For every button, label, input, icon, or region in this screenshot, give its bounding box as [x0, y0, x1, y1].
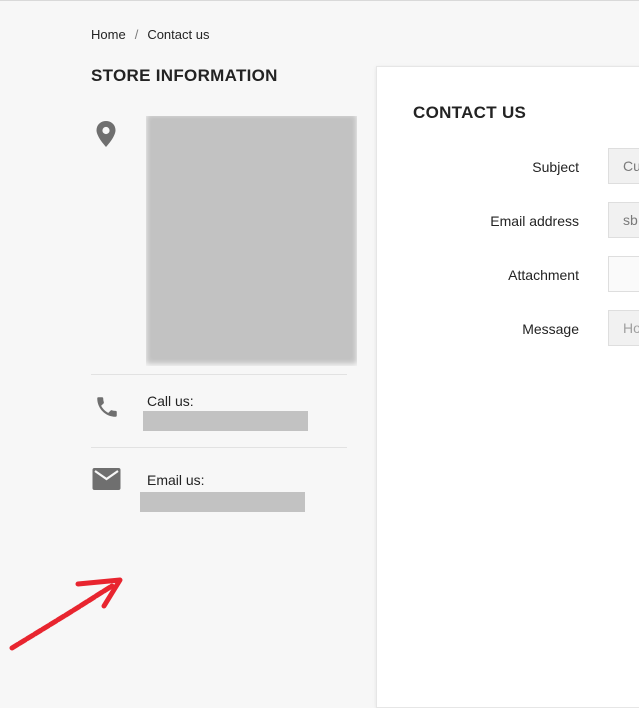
breadcrumb-home-link[interactable]: Home	[91, 27, 126, 42]
contact-us-title: CONTACT US	[413, 103, 527, 122]
email-field[interactable]: sb	[608, 202, 639, 238]
top-border	[0, 0, 639, 1]
message-textarea[interactable]: Ho	[608, 310, 639, 346]
attachment-input[interactable]	[608, 256, 639, 292]
breadcrumb: Home / Contact us	[91, 27, 209, 42]
attachment-label: Attachment	[508, 267, 579, 283]
email-address-label: Email address	[490, 213, 579, 229]
location-pin-icon	[96, 121, 116, 147]
subject-row: Subject Cu	[377, 148, 639, 186]
divider	[91, 447, 347, 448]
message-row: Message Ho	[377, 310, 639, 348]
envelope-icon	[92, 468, 121, 490]
phone-icon	[97, 397, 117, 417]
phone-redacted-block	[143, 411, 308, 431]
breadcrumb-current-link[interactable]: Contact us	[147, 27, 209, 42]
red-arrow-annotation	[9, 577, 123, 651]
email-row: Email address sb	[377, 202, 639, 240]
store-information-title: STORE INFORMATION	[91, 66, 278, 85]
address-redacted-block	[146, 116, 357, 366]
email-redacted-block	[140, 492, 305, 512]
subject-select[interactable]: Cu	[608, 148, 639, 184]
message-label: Message	[522, 321, 579, 337]
divider	[91, 374, 347, 375]
attachment-row: Attachment	[377, 256, 639, 294]
breadcrumb-separator: /	[134, 27, 139, 42]
email-us-label: Email us:	[147, 472, 205, 488]
contact-form-panel: CONTACT US Subject Cu Email address sb A…	[376, 66, 639, 708]
subject-label: Subject	[532, 159, 579, 175]
call-us-label: Call us:	[147, 393, 194, 409]
